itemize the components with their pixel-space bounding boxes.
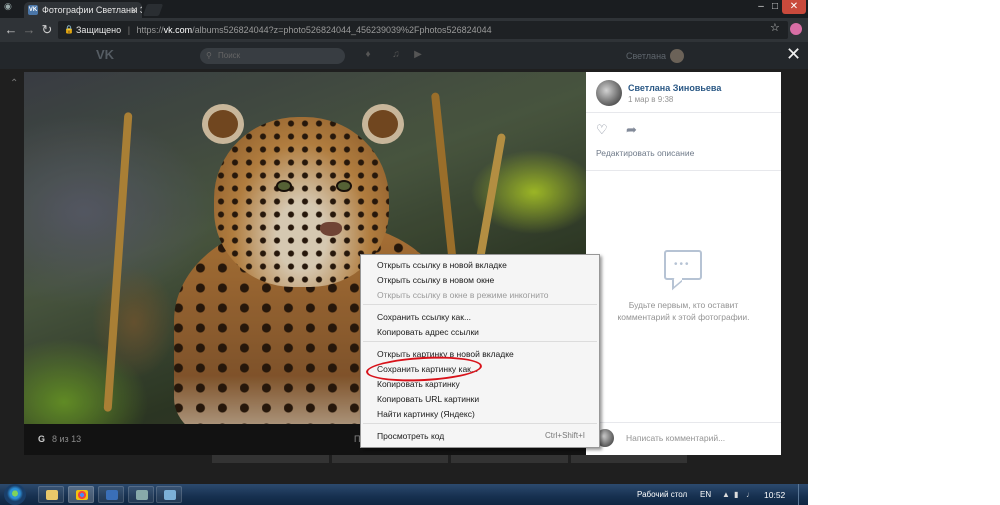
album-thumbnails [212, 455, 687, 463]
url-host: vk.com [163, 25, 193, 35]
browser-titlebar: ◉ VK Фотографии Светланы З ✕ – □ ✕ [0, 0, 808, 18]
language-indicator[interactable]: EN [700, 490, 711, 499]
maximize-icon[interactable]: □ [768, 0, 782, 14]
empty-comments-text: Будьте первым, кто оставит комментарий к… [617, 300, 750, 322]
play-icon[interactable]: ▶ [412, 49, 424, 61]
close-viewer-icon[interactable]: ✕ [786, 44, 801, 64]
menu-open-link-incognito: Открыть ссылку в окне в режиме инкогнито [377, 290, 549, 300]
minimize-icon[interactable]: – [754, 0, 768, 14]
secure-label: Защищено [76, 25, 122, 35]
music-icon[interactable]: ♫ [390, 49, 402, 61]
tab-close-icon[interactable]: ✕ [130, 2, 138, 18]
comments-dots-icon: ••• [674, 259, 691, 270]
forward-arrow-icon[interactable]: → [22, 22, 36, 38]
inspect-shortcut: Ctrl+Shift+I [544, 431, 585, 440]
vk-logo[interactable]: VK [96, 47, 114, 62]
extension-icon[interactable] [790, 23, 802, 35]
reload-icon[interactable]: ↻ [40, 22, 54, 38]
back-arrow-icon[interactable]: ← [4, 22, 18, 38]
menu-separator [363, 304, 597, 305]
author-name[interactable]: Светлана Зиновьева [628, 83, 721, 93]
edit-description-link[interactable]: Редактировать описание [596, 148, 694, 158]
chrome-icon [76, 490, 88, 500]
menu-separator [363, 341, 597, 342]
browser-tab[interactable]: VK Фотографии Светланы З ✕ [24, 2, 142, 18]
profile-icon[interactable]: ◉ [4, 2, 18, 14]
divider [586, 170, 781, 171]
menu-search-image-yandex[interactable]: Найти картинку (Яндекс) [377, 409, 475, 419]
thumbnail[interactable] [570, 455, 687, 463]
notifications-icon[interactable]: ♦ [362, 49, 374, 61]
vk-search-input[interactable]: ⚲ Поиск [200, 48, 345, 64]
browser-toolbar: ← → ↻ 🔒 Защищено | https://vk.com/albums… [0, 18, 808, 42]
folder-icon [46, 490, 58, 500]
address-bar[interactable]: 🔒 Защищено | https://vk.com/albums526824… [58, 21, 788, 39]
taskbar-chrome[interactable] [68, 486, 94, 503]
taskbar-app[interactable] [128, 486, 154, 503]
taskbar-app[interactable] [156, 486, 182, 503]
app-icon [136, 490, 148, 500]
menu-save-link-as[interactable]: Сохранить ссылку как... [377, 312, 471, 322]
photo-counter: 8 из 13 [52, 434, 82, 444]
user-name[interactable]: Светлана [626, 51, 666, 61]
app-icon [106, 490, 118, 500]
desktop-screen: ◉ VK Фотографии Светланы З ✕ – □ ✕ ← → ↻… [0, 0, 808, 505]
show-desktop-button[interactable] [798, 484, 808, 505]
tray-arrow-icon[interactable]: ▲ [722, 490, 730, 499]
window-controls: – □ ✕ [754, 0, 806, 16]
tab-title: Фотографии Светланы З [42, 5, 142, 15]
windows-taskbar: Рабочий стол EN ▲ ▮ ♩ 10:52 [0, 484, 808, 505]
omnibox-separator: | [127, 25, 131, 35]
desktop-toolbar-label[interactable]: Рабочий стол [637, 490, 687, 499]
network-icon[interactable]: ▮ [734, 490, 738, 499]
watermark: G [38, 434, 46, 444]
menu-open-link-new-tab[interactable]: Открыть ссылку в новой вкладке [377, 260, 507, 270]
thumbnail[interactable] [331, 455, 448, 463]
divider [586, 422, 781, 423]
url-path: /albums526824044?z=photo526824044_456239… [192, 25, 492, 35]
new-tab-button[interactable] [142, 4, 164, 16]
post-date[interactable]: 1 мар в 9:38 [628, 95, 673, 104]
url-scheme: https:// [136, 25, 164, 35]
divider [586, 112, 781, 113]
search-icon: ⚲ [206, 51, 212, 60]
start-button[interactable] [4, 484, 26, 505]
like-heart-icon[interactable]: ♡ [596, 122, 608, 138]
menu-separator [363, 423, 597, 424]
volume-icon[interactable]: ♩ [746, 490, 754, 499]
menu-copy-image-url[interactable]: Копировать URL картинки [377, 394, 479, 404]
menu-inspect[interactable]: Просмотреть код [377, 431, 444, 441]
context-menu: Открыть ссылку в новой вкладке Открыть с… [360, 254, 600, 448]
search-placeholder: Поиск [218, 51, 241, 60]
user-avatar[interactable] [670, 49, 684, 63]
author-avatar[interactable] [596, 80, 622, 106]
menu-open-link-new-window[interactable]: Открыть ссылку в новом окне [377, 275, 494, 285]
window-close-icon[interactable]: ✕ [782, 0, 806, 14]
thumbnail[interactable] [451, 455, 568, 463]
vk-header: VK ⚲ Поиск ♦ ♫ ▶ Светлана [0, 42, 808, 69]
taskbar-app[interactable] [98, 486, 124, 503]
clock[interactable]: 10:52 [764, 490, 785, 500]
menu-copy-link-address[interactable]: Копировать адрес ссылки [377, 327, 479, 337]
photo-side-panel: Светлана Зиновьева 1 мар в 9:38 ♡ ➦ Реда… [586, 72, 781, 455]
app-icon [164, 490, 176, 500]
share-arrow-icon[interactable]: ➦ [626, 122, 637, 138]
vk-favicon-icon: VK [28, 5, 38, 15]
chevron-up-icon[interactable]: ⌃ [10, 78, 18, 89]
bookmark-star-icon[interactable]: ☆ [770, 21, 780, 34]
taskbar-explorer[interactable] [38, 486, 64, 503]
thumbnail[interactable] [212, 455, 329, 463]
comment-input[interactable]: Написать комментарий... [626, 433, 725, 443]
lock-icon: 🔒 [64, 25, 74, 34]
